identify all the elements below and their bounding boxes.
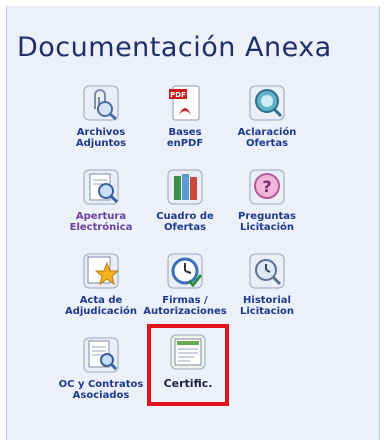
item-oc-y-contratos-asociados[interactable]: OC y Contratos Asociados	[59, 335, 143, 417]
books-icon	[165, 167, 205, 207]
svg-text:?: ?	[262, 177, 271, 196]
magnifier-help-icon	[247, 83, 287, 123]
item-preguntas-licitacion[interactable]: ? Preguntas Licitación	[227, 167, 307, 249]
panel-title: Documentación Anexa	[17, 32, 332, 63]
item-aclaracion-ofertas[interactable]: Aclaración Ofertas	[227, 83, 307, 165]
item-acta-de-adjudicacion[interactable]: Acta de Adjudicación	[61, 251, 141, 333]
attachment-magnifier-icon	[81, 83, 121, 123]
item-label: Bases enPDF	[166, 127, 204, 149]
item-label: Acta de Adjudicación	[64, 295, 138, 317]
item-label: Archivos Adjuntos	[75, 127, 127, 149]
item-label: Aclaración Ofertas	[237, 127, 297, 149]
item-label: Preguntas Licitación	[238, 211, 296, 233]
item-historial-licitacion[interactable]: Historial Licitacion	[227, 251, 307, 333]
item-archivos-adjuntos[interactable]: Archivos Adjuntos	[61, 83, 141, 165]
item-label: Historial Licitacion	[239, 295, 295, 317]
item-firmas-autorizaciones[interactable]: Firmas / Autorizaciones	[143, 251, 227, 333]
history-search-icon	[247, 251, 287, 291]
item-bases-en-pdf[interactable]: PDF Bases enPDF	[145, 83, 225, 165]
item-cuadro-de-ofertas[interactable]: Cuadro de Ofertas	[145, 167, 225, 249]
item-certific[interactable]: Certific.	[148, 332, 228, 414]
item-label: Cuadro de Ofertas	[156, 211, 214, 233]
item-apertura-electronica[interactable]: Apertura Electrónica	[61, 167, 141, 249]
question-mark-icon: ?	[247, 167, 287, 207]
item-label: Firmas / Autorizaciones	[143, 295, 227, 317]
svg-text:PDF: PDF	[170, 91, 186, 99]
document-magnifier-icon	[81, 167, 121, 207]
contract-magnifier-icon	[81, 335, 121, 375]
certificate-document-icon	[168, 332, 208, 372]
item-label: Certific.	[163, 377, 213, 390]
item-label: Apertura Electrónica	[69, 211, 133, 233]
clock-check-icon	[165, 251, 205, 291]
documentation-panel: Documentación Anexa Archivos Adjuntos PD…	[6, 6, 380, 440]
star-document-icon	[81, 251, 121, 291]
item-label: OC y Contratos Asociados	[58, 379, 144, 401]
pdf-document-icon: PDF	[165, 83, 205, 123]
